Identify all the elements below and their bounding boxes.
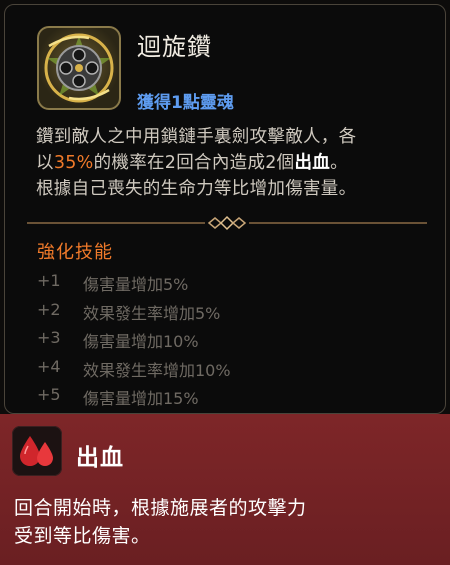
status-effect-description: 回合開始時，根據施展者的攻擊力 受到等比傷害。	[14, 494, 434, 550]
description-line: 回合開始時，根據施展者的攻擊力	[14, 497, 307, 519]
description-line: 受到等比傷害。	[14, 525, 151, 547]
enhancement-level: +4	[37, 356, 61, 376]
skill-subtitle: 獲得1點靈魂	[137, 93, 234, 113]
enhancement-level: +5	[37, 385, 61, 404]
blood-drops-icon	[12, 426, 62, 476]
description-text: 。	[330, 153, 348, 173]
status-effect-panel: 出血 回合開始時，根據施展者的攻擊力 受到等比傷害。	[0, 414, 450, 565]
enhancement-text: 傷害量增加10%	[83, 332, 199, 351]
enhancement-level: +2	[37, 299, 61, 319]
spinning-shuriken-icon	[37, 26, 121, 110]
enhancement-text: 傷害量增加5%	[83, 275, 189, 294]
enhancement-text: 效果發生率增加5%	[83, 303, 221, 323]
enhancement-item: +3 傷害量增加10%	[37, 328, 231, 357]
enhancement-level: +1	[37, 271, 61, 290]
status-effect-name: 出血	[76, 445, 124, 471]
skill-tooltip: 迴旋鑽 獲得1點靈魂 鑽到敵人之中用鎖鏈手裏劍攻擊敵人，各 以35%的機率在2回…	[0, 0, 450, 565]
skill-card: 迴旋鑽 獲得1點靈魂 鑽到敵人之中用鎖鏈手裏劍攻擊敵人，各 以35%的機率在2回…	[4, 4, 446, 414]
bleed-keyword[interactable]: 出血	[294, 153, 330, 173]
enhancement-item: +5 傷害量增加15%	[37, 385, 231, 414]
skill-description: 鑽到敵人之中用鎖鏈手裏劍攻擊敵人，各 以35%的機率在2回合內造成2個出血。 根…	[36, 124, 436, 202]
enhancement-list: +1 傷害量增加5% +2 效果發生率增加5% +3 傷害量增加10% +4 效…	[37, 271, 231, 414]
description-text: 的機率在2回合內造成2個	[93, 153, 295, 173]
description-text: 以	[36, 153, 54, 173]
description-line: 鑽到敵人之中用鎖鏈手裏劍攻擊敵人，各	[36, 127, 357, 147]
enhancement-item: +4 效果發生率增加10%	[37, 357, 231, 386]
skill-name: 迴旋鑽	[137, 33, 212, 61]
enhancement-heading: 強化技能	[37, 242, 113, 263]
enhancement-level: +3	[37, 328, 61, 347]
chance-value: 35%	[53, 153, 94, 173]
description-line: 根據自己喪失的生命力等比增加傷害量。	[36, 179, 357, 199]
enhancement-item: +1 傷害量增加5%	[37, 271, 231, 300]
enhancement-text: 效果發生率增加10%	[83, 360, 231, 380]
enhancement-text: 傷害量增加15%	[83, 389, 199, 408]
enhancement-item: +2 效果發生率增加5%	[37, 300, 231, 329]
ornament-divider	[27, 214, 427, 232]
description-line: 以35%的機率在2回合內造成2個出血。	[36, 150, 436, 176]
